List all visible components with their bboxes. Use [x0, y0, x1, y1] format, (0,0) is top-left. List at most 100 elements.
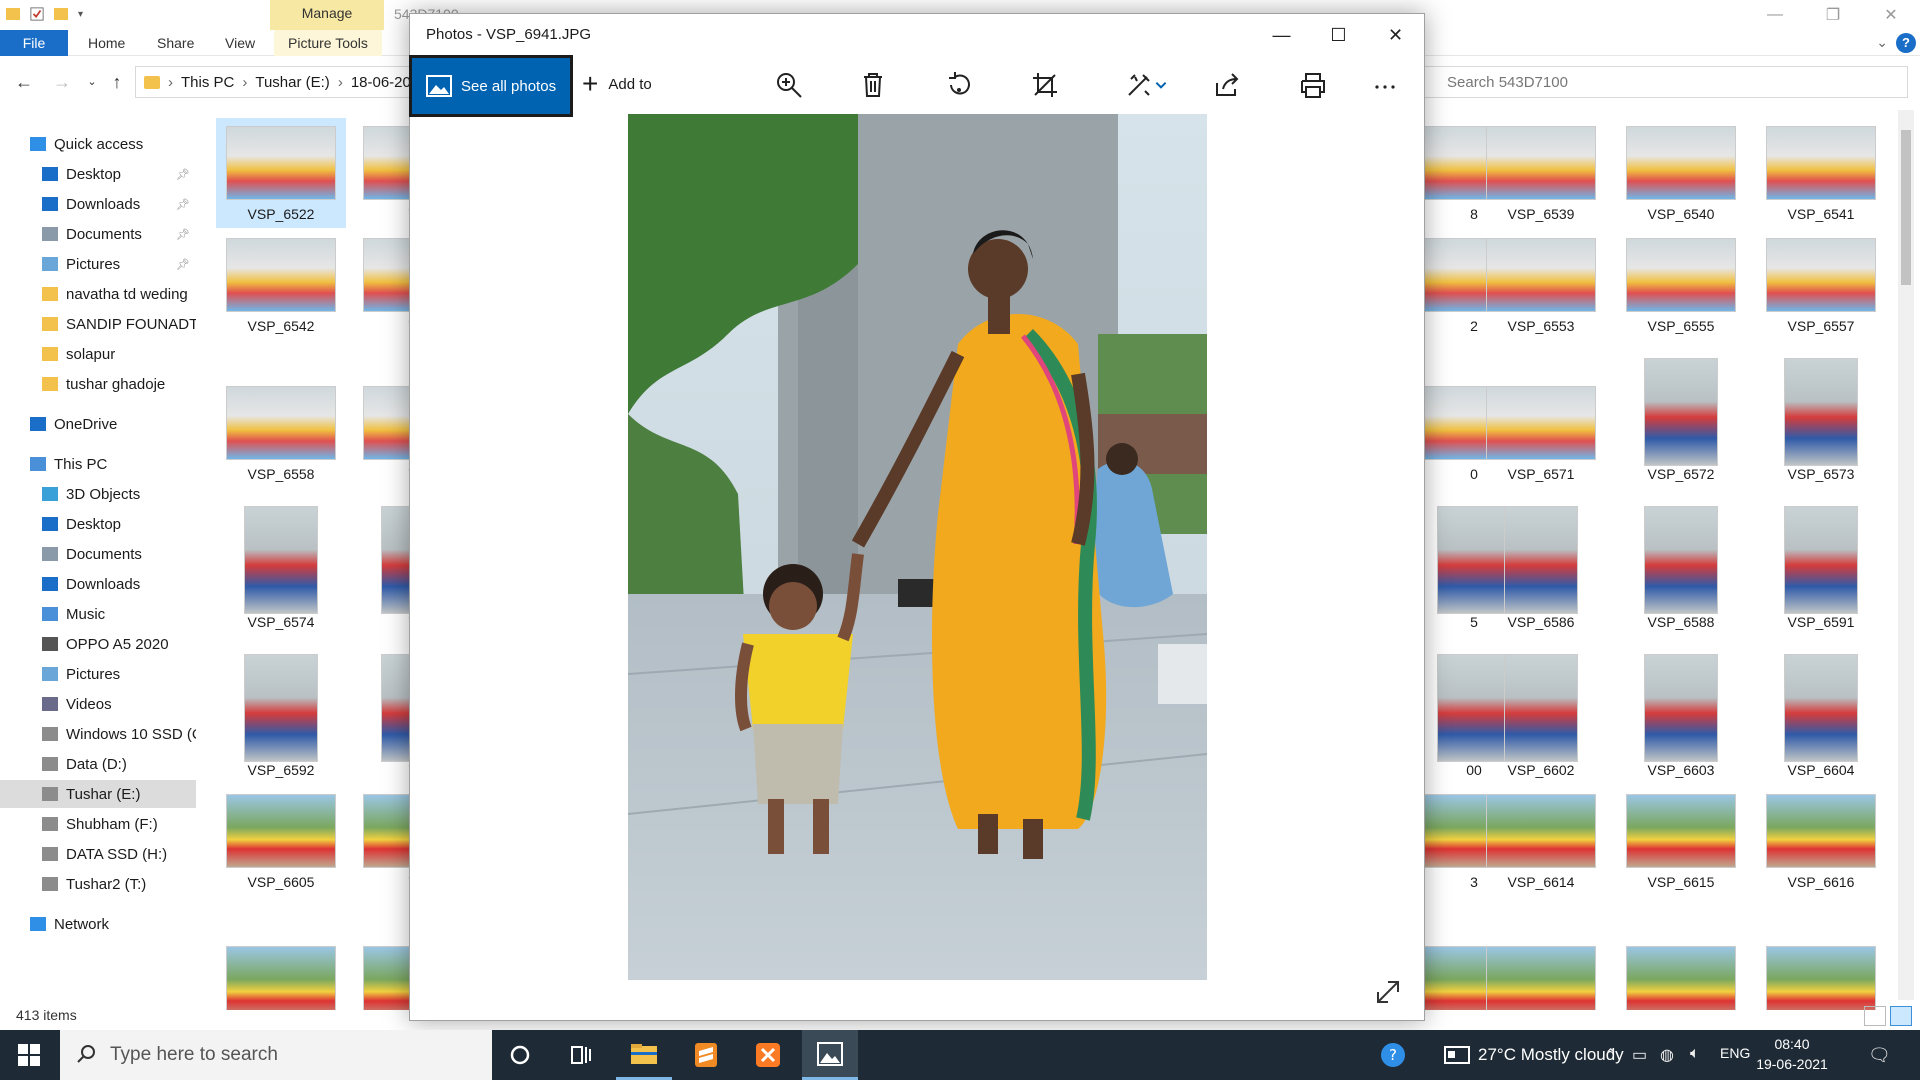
file-thumbnail[interactable]: VSP_6591 — [1756, 506, 1886, 636]
file-thumbnail[interactable]: VSP_6572 — [1616, 358, 1746, 488]
network-globe-icon[interactable]: ◍ — [1660, 1045, 1674, 1065]
forward-arrow-icon[interactable]: → — [50, 70, 74, 94]
qat-dropdown-icon[interactable]: ▾ — [78, 9, 83, 20]
start-button[interactable] — [0, 1030, 58, 1080]
large-icons-view-icon[interactable] — [1890, 1006, 1912, 1026]
file-thumbnail[interactable]: VSP_6574 — [216, 506, 346, 636]
back-arrow-icon[interactable]: ← — [12, 70, 36, 94]
task-view-icon[interactable] — [552, 1030, 608, 1080]
nav-item-quick-4[interactable]: navatha td weding — [0, 280, 196, 308]
file-thumbnail[interactable]: VSP_6555 — [1616, 230, 1746, 340]
folder-icon[interactable] — [6, 6, 20, 22]
nav-item-pc-3[interactable]: Downloads — [0, 570, 196, 598]
nav-item-pc-2[interactable]: Documents — [0, 540, 196, 568]
nav-item-pc-7[interactable]: Videos — [0, 690, 196, 718]
address-box[interactable]: › This PC › Tushar (E:) › 18-06-20 — [135, 66, 415, 98]
xampp-icon[interactable] — [740, 1030, 796, 1080]
minimize-icon[interactable]: — — [1253, 14, 1310, 56]
file-thumbnail[interactable] — [1476, 938, 1606, 1010]
see-all-photos-button[interactable]: See all photos — [409, 55, 573, 117]
nav-item-this-pc[interactable]: This PC — [0, 450, 196, 478]
file-thumbnail[interactable]: VSP_6522 — [216, 118, 346, 228]
nav-item-quick-1[interactable]: Downloads 📌︎ — [0, 190, 196, 218]
file-thumbnail[interactable]: VSP_6540 — [1616, 118, 1746, 228]
photos-taskbar-icon[interactable] — [802, 1030, 858, 1080]
nav-item-pc-11[interactable]: Shubham (F:) — [0, 810, 196, 838]
zoom-in-icon[interactable] — [772, 68, 806, 102]
file-thumbnail[interactable]: VSP_6557 — [1756, 230, 1886, 340]
nav-item-onedrive[interactable]: OneDrive — [0, 410, 196, 438]
edit-dropdown-icon[interactable] — [1152, 68, 1170, 102]
battery-icon[interactable]: ▭ — [1632, 1045, 1647, 1065]
file-thumbnail[interactable]: VSP_6602 — [1476, 654, 1606, 784]
file-thumbnail[interactable]: VSP_6542 — [216, 230, 346, 340]
file-thumbnail[interactable]: VSP_6605 — [216, 786, 346, 896]
file-thumbnail[interactable]: VSP_6541 — [1756, 118, 1886, 228]
tab-picture-tools[interactable]: Picture Tools — [274, 30, 382, 56]
nav-item-pc-4[interactable]: Music — [0, 600, 196, 628]
breadcrumb-drive[interactable]: Tushar (E:) — [255, 74, 329, 91]
nav-item-quick-5[interactable]: SANDIP FOUNADTIO — [0, 310, 196, 338]
ribbon-expand-icon[interactable]: ⌄ — [1876, 34, 1888, 51]
maximize-icon[interactable]: ☐ — [1310, 14, 1367, 56]
delete-icon[interactable] — [856, 68, 890, 102]
cortana-icon[interactable] — [492, 1030, 548, 1080]
recent-locations-icon[interactable]: ⌄ — [80, 70, 104, 94]
file-thumbnail[interactable]: VSP_6588 — [1616, 506, 1746, 636]
file-thumbnail[interactable]: VSP_6615 — [1616, 786, 1746, 896]
nav-item-quick-2[interactable]: Documents 📌︎ — [0, 220, 196, 248]
file-thumbnail[interactable]: VSP_6558 — [216, 378, 346, 488]
vertical-scrollbar[interactable] — [1898, 110, 1914, 1000]
manage-tab[interactable]: Manage — [270, 0, 384, 30]
file-thumbnail[interactable]: VSP_6614 — [1476, 786, 1606, 896]
clock[interactable]: 08:40 19-06-2021 — [1752, 1034, 1832, 1074]
nav-item-quick-3[interactable]: Pictures 📌︎ — [0, 250, 196, 278]
new-folder-icon[interactable] — [54, 6, 68, 22]
add-to-button[interactable]: + Add to — [582, 70, 652, 98]
language-indicator[interactable]: ENG — [1720, 1045, 1750, 1061]
crop-icon[interactable] — [1028, 68, 1062, 102]
rotate-icon[interactable] — [942, 68, 976, 102]
up-arrow-icon[interactable]: ↑ — [105, 70, 129, 94]
nav-item-quick-7[interactable]: tushar ghadoje — [0, 370, 196, 398]
file-thumbnail[interactable]: VSP_6586 — [1476, 506, 1606, 636]
file-thumbnail[interactable]: VSP_6553 — [1476, 230, 1606, 340]
nav-item-pc-6[interactable]: Pictures — [0, 660, 196, 688]
nav-item-pc-0[interactable]: 3D Objects — [0, 480, 196, 508]
weather-widget[interactable]: ? 27°C Mostly cloudy — [1380, 1030, 1624, 1080]
restore-icon[interactable]: ❐ — [1804, 0, 1862, 30]
file-thumbnail[interactable]: VSP_6571 — [1476, 378, 1606, 488]
tab-view[interactable]: View — [225, 30, 255, 56]
file-thumbnail[interactable]: VSP_6616 — [1756, 786, 1886, 896]
file-thumbnail[interactable]: VSP_6592 — [216, 654, 346, 784]
breadcrumb-this-pc[interactable]: This PC — [181, 74, 234, 91]
file-explorer-taskbar-icon[interactable] — [616, 1030, 672, 1080]
sublime-text-icon[interactable] — [678, 1030, 734, 1080]
minimize-icon[interactable]: — — [1746, 0, 1804, 30]
notifications-icon[interactable]: 🗨︎ — [1868, 1045, 1891, 1066]
volume-icon[interactable]: 🔈︎ — [1690, 1045, 1700, 1063]
nav-item-pc-12[interactable]: DATA SSD (H:) — [0, 840, 196, 868]
details-view-icon[interactable] — [1864, 1006, 1886, 1026]
file-thumbnail[interactable]: VSP_6603 — [1616, 654, 1746, 784]
file-thumbnail[interactable]: VSP_6539 — [1476, 118, 1606, 228]
full-screen-icon[interactable] — [1374, 978, 1402, 1006]
more-options-icon[interactable] — [1368, 68, 1402, 102]
nav-item-network[interactable]: Network — [0, 910, 196, 938]
nav-item-pc-5[interactable]: OPPO A5 2020 — [0, 630, 196, 658]
close-icon[interactable]: ✕ — [1367, 14, 1424, 56]
nav-item-pc-13[interactable]: Tushar2 (T:) — [0, 870, 196, 898]
print-icon[interactable] — [1296, 68, 1330, 102]
taskbar-search-box[interactable]: Type here to search — [60, 1030, 492, 1080]
file-thumbnail[interactable]: VSP_6604 — [1756, 654, 1886, 784]
file-thumbnail[interactable] — [216, 938, 346, 1010]
breadcrumb-folder[interactable]: 18-06-20 — [351, 74, 411, 91]
tab-home[interactable]: Home — [88, 30, 125, 56]
tab-share[interactable]: Share — [157, 30, 194, 56]
show-hidden-icons[interactable]: ⌃ — [1604, 1045, 1617, 1065]
nav-item-quick-access[interactable]: Quick access — [0, 130, 196, 158]
nav-item-pc-8[interactable]: Windows 10 SSD (C — [0, 720, 196, 748]
tab-file[interactable]: File — [0, 30, 68, 56]
photo-viewer-image[interactable] — [628, 114, 1207, 980]
edit-enhance-icon[interactable] — [1122, 68, 1156, 102]
